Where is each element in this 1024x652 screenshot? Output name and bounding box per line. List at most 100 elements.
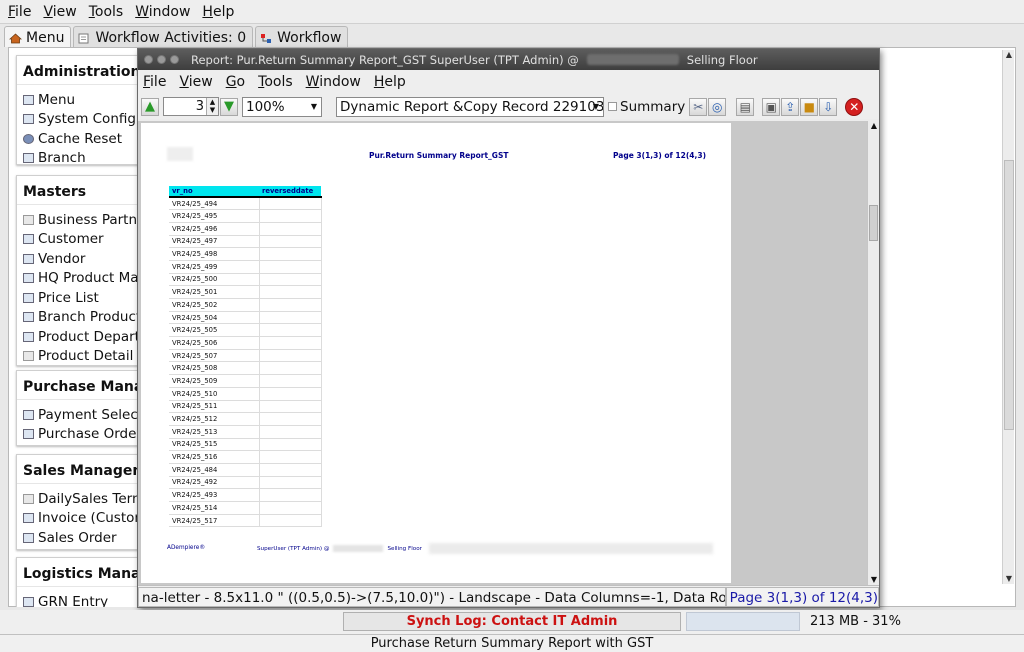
sidebar-item-price-list[interactable]: Price List: [17, 288, 142, 308]
maximize-window-icon[interactable]: [170, 55, 179, 64]
sidebar-item-payment-selection[interactable]: Payment Select: [17, 405, 142, 425]
panel-masters: Masters Business Partne Customer Vendor …: [16, 175, 142, 366]
panel-header: Masters: [17, 176, 142, 205]
report-window: Report: Pur.Return Summary Report_GST Su…: [137, 48, 880, 608]
sidebar-item-invoice-customer[interactable]: Invoice (Custon: [17, 509, 142, 529]
main-scrollbar[interactable]: ▲ ▼: [1002, 50, 1014, 584]
sidebar-item-purchase-order[interactable]: Purchase Order: [17, 425, 142, 445]
cell-vr-no: VR24/25_499: [169, 260, 260, 274]
table-row: VR24/25_514: [169, 501, 322, 515]
table-row: VR24/25_493: [169, 488, 322, 502]
sidebar-item-customer[interactable]: Customer: [17, 230, 142, 250]
report-menu-tools[interactable]: Tools: [258, 74, 293, 90]
minimize-window-icon[interactable]: [157, 55, 166, 64]
scroll-up-icon[interactable]: ▲: [1003, 50, 1015, 60]
sidebar-item-cache-reset[interactable]: Cache Reset: [17, 129, 142, 149]
tab-workflow[interactable]: Workflow: [255, 26, 349, 47]
report-menu-view[interactable]: View: [179, 74, 212, 90]
sidebar-item-business-partner[interactable]: Business Partne: [17, 210, 142, 230]
page-number-stepper[interactable]: 3 ▲ ▼: [163, 97, 219, 116]
sidebar-item-system-config[interactable]: System Configu: [17, 110, 142, 130]
sidebar-item-vendor[interactable]: Vendor: [17, 249, 142, 269]
print-format-select[interactable]: Dynamic Report &Copy Record 2291032 ▼: [336, 96, 604, 117]
menu-window[interactable]: Window: [135, 4, 190, 20]
menu-tools[interactable]: Tools: [89, 4, 124, 20]
report-window-title: Report: Pur.Return Summary Report_GST Su…: [191, 52, 579, 67]
sidebar-item-sales-order[interactable]: Sales Order: [17, 528, 142, 548]
form-icon: [23, 493, 34, 504]
cell-reverseddate: [259, 285, 322, 299]
tools-icon: ✂: [693, 99, 704, 114]
summary-label: Summary: [620, 98, 686, 115]
report-menu-go[interactable]: Go: [226, 74, 245, 90]
sidebar-item-product-detail[interactable]: Product Detail: [17, 347, 142, 367]
scroll-down-icon[interactable]: ▼: [1003, 574, 1015, 584]
cell-vr-no: VR24/25_484: [169, 463, 260, 477]
next-page-button[interactable]: ▼: [220, 97, 238, 116]
tab-workflow-activities[interactable]: Workflow Activities: 0: [73, 26, 254, 47]
panel-header: Sales Manageme: [17, 455, 142, 484]
sidebar-item-branch[interactable]: Branch: [17, 149, 142, 169]
scrollbar-thumb[interactable]: [1004, 160, 1014, 430]
report-table: vr_no reverseddate VR24/25_494 VR24/25_49…: [169, 186, 322, 528]
close-report-button[interactable]: ✕: [845, 97, 864, 116]
report-menu-window[interactable]: Window: [306, 74, 361, 90]
menu-view[interactable]: View: [43, 4, 76, 20]
table-row: VR24/25_492: [169, 476, 322, 490]
send-mail-button[interactable]: ▣: [762, 97, 781, 116]
customize-report-button[interactable]: ✂: [689, 97, 708, 116]
tab-menu[interactable]: Menu: [4, 26, 72, 47]
cell-reverseddate: [259, 273, 322, 287]
cell-vr-no: VR24/25_498: [169, 247, 260, 261]
table-row: VR24/25_500: [169, 273, 322, 287]
report-toolbar: ▲ 3 ▲ ▼ ▼ 100% ▼ Dynamic Report &Copy Rec…: [138, 94, 879, 119]
previous-page-button[interactable]: ▲: [141, 97, 159, 116]
cell-vr-no: VR24/25_501: [169, 285, 260, 299]
footer-floor-text: Selling Floor: [387, 546, 422, 552]
sidebar-item-branch-product[interactable]: Branch Product: [17, 308, 142, 328]
table-row: VR24/25_494: [169, 197, 322, 211]
sidebar-item-hq-product-master[interactable]: HQ Product Mas: [17, 269, 142, 289]
table-row: VR24/25_506: [169, 336, 322, 350]
panel-logistics-management: Logistics Manag GRN Entry: [16, 557, 142, 607]
summary-checkbox[interactable]: Summary: [608, 99, 685, 115]
table-row: VR24/25_517: [169, 514, 322, 528]
checkbox-icon[interactable]: [608, 102, 617, 111]
cell-reverseddate: [259, 488, 322, 502]
menu-file[interactable]: File: [8, 4, 31, 20]
drill-button[interactable]: ■: [800, 97, 819, 116]
cell-vr-no: VR24/25_497: [169, 235, 260, 249]
archive-button[interactable]: ⇪: [781, 97, 800, 116]
report-menu-help[interactable]: Help: [374, 74, 406, 90]
sidebar-item-menu[interactable]: Menu: [17, 90, 142, 110]
tab-menu-label: Menu: [26, 29, 65, 46]
stepper-arrows-icon[interactable]: ▲ ▼: [206, 98, 218, 115]
sidebar-item-product-department[interactable]: Product Departi: [17, 327, 142, 347]
menu-help[interactable]: Help: [202, 4, 234, 20]
tab-workflow-activities-label: Workflow Activities: 0: [95, 29, 247, 46]
cell-reverseddate: [259, 260, 322, 274]
sidebar-item-dailysales-terminal[interactable]: DailySales Tern: [17, 489, 142, 509]
report-menu-file[interactable]: File: [143, 74, 166, 90]
scroll-up-icon[interactable]: ▲: [868, 121, 880, 131]
table-row: VR24/25_516: [169, 450, 322, 464]
close-window-icon[interactable]: [144, 55, 153, 64]
zoom-select[interactable]: 100% ▼: [242, 96, 322, 117]
sidebar-item-grn-entry[interactable]: GRN Entry: [17, 592, 142, 607]
cell-reverseddate: [259, 298, 322, 312]
scrollbar-thumb[interactable]: [869, 205, 878, 241]
report-scrollbar[interactable]: ▲ ▼: [867, 121, 879, 585]
report-statusbar: na-letter - 8.5x11.0 " ((0.5,0.5)->(7.5,…: [138, 585, 879, 607]
cell-reverseddate: [259, 463, 322, 477]
cell-reverseddate: [259, 476, 322, 490]
sidebar-item-label: DailySales Tern: [38, 490, 141, 507]
find-button[interactable]: ◎: [708, 97, 727, 116]
cell-vr-no: VR24/25_514: [169, 501, 260, 515]
window-icon: [23, 513, 34, 524]
folder-icon: ■: [803, 99, 815, 114]
synch-log-button[interactable]: Synch Log: Contact IT Admin: [343, 612, 681, 631]
scroll-down-icon[interactable]: ▼: [868, 575, 880, 585]
print-button[interactable]: ▤: [736, 97, 755, 116]
arrow-up-icon: ▲: [145, 99, 155, 114]
export-button[interactable]: ⇩: [819, 97, 838, 116]
